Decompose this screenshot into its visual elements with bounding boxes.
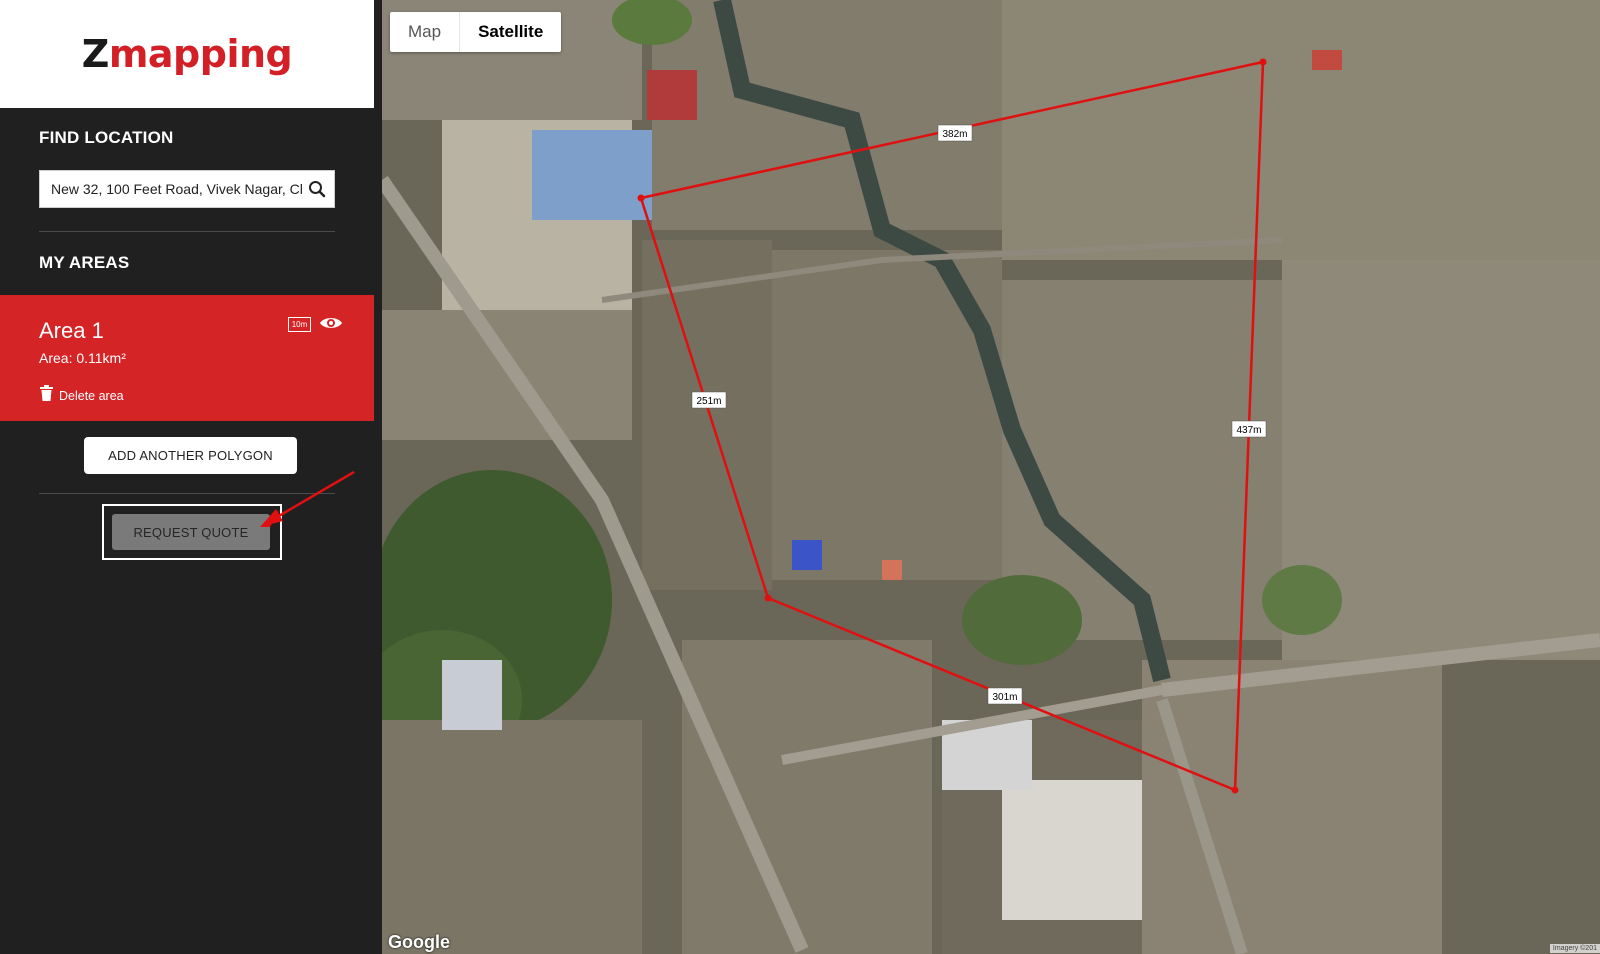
map-type-satellite-tab[interactable]: Satellite — [460, 12, 561, 52]
delete-area-label: Delete area — [59, 388, 124, 403]
area-card[interactable]: Area 1 Area: 0.11km² 10m Delete area — [0, 295, 374, 421]
satellite-map[interactable]: 382m 437m 301m 251m Map Satellite Google… — [382, 0, 1600, 954]
annotation-arrow-icon — [260, 470, 355, 527]
polygon-vertex[interactable] — [1231, 786, 1239, 794]
area-size: Area: 0.11km² — [39, 350, 126, 366]
request-quote-button[interactable]: REQUEST QUOTE — [112, 514, 270, 550]
zmapping-logo[interactable]: Zmapping — [81, 32, 293, 76]
logo-text: mapping — [108, 32, 293, 76]
google-logo: Google — [388, 932, 450, 952]
logo-bar: Zmapping — [0, 0, 374, 108]
svg-text:437m: 437m — [1236, 425, 1261, 436]
delete-area-button[interactable]: Delete area — [39, 385, 124, 406]
divider — [39, 231, 335, 232]
svg-text:251m: 251m — [696, 396, 721, 407]
imagery-attribution: Imagery ©201 — [1549, 944, 1600, 953]
polygon-vertex[interactable] — [764, 594, 772, 602]
segment-label-top: 382m — [937, 124, 973, 142]
polygon-vertex[interactable] — [637, 194, 645, 202]
search-icon[interactable] — [302, 171, 332, 207]
sidebar: Zmapping FIND LOCATION MY AREAS Area 1 A… — [0, 0, 374, 954]
find-location-heading: FIND LOCATION — [39, 128, 174, 147]
trash-icon — [39, 385, 54, 406]
my-areas-heading: MY AREAS — [39, 253, 130, 272]
svg-text:301m: 301m — [992, 692, 1017, 703]
segment-label-left: 251m — [691, 391, 727, 409]
location-search-input[interactable] — [40, 171, 302, 207]
map-type-control: Map Satellite — [390, 12, 562, 52]
segment-label-right: 437m — [1231, 420, 1267, 438]
segment-label-bottom: 301m — [987, 687, 1023, 705]
area-name: Area 1 — [39, 318, 104, 343]
map-type-map-tab[interactable]: Map — [390, 12, 461, 52]
location-search-box — [39, 170, 335, 208]
area-polygon[interactable]: 382m 437m 301m 251m — [382, 0, 1600, 954]
resolution-tag[interactable]: 10m — [288, 317, 311, 332]
logo-letter: Z — [81, 32, 110, 76]
eye-icon[interactable] — [319, 315, 343, 336]
polygon-vertex[interactable] — [1259, 58, 1267, 66]
svg-text:382m: 382m — [942, 129, 967, 140]
